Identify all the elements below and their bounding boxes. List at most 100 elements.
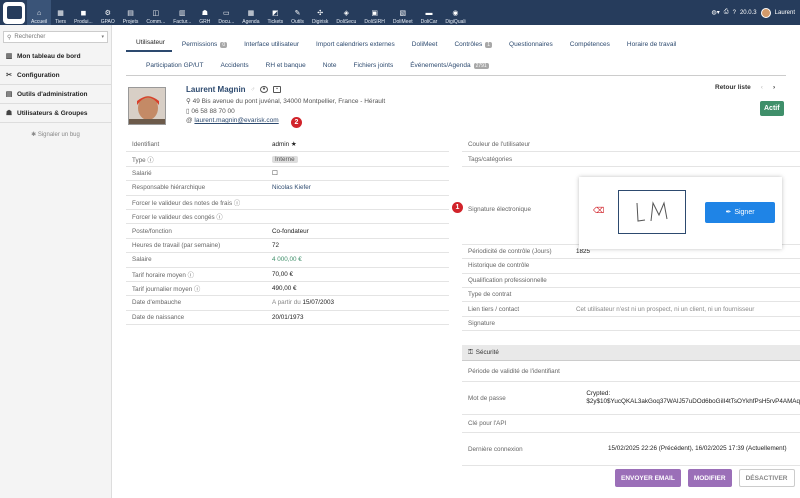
tab-label: Accidents xyxy=(220,62,249,69)
top-menu-item[interactable]: ◼ Produi... xyxy=(70,0,97,25)
tab-item[interactable]: Fichiers joints xyxy=(343,62,400,73)
sidebar-item[interactable]: ☗ Utilisateurs & Groupes xyxy=(0,104,111,123)
key-icon: ⚿ xyxy=(468,348,473,356)
field-value-text: Co-fondateur xyxy=(272,227,309,235)
field-value-text: admin ★ xyxy=(272,141,297,149)
field-row: Qualification professionnelle xyxy=(462,274,800,288)
home-icon: ⌂ xyxy=(36,10,42,17)
user-icon: ☗ xyxy=(5,110,13,117)
username-label[interactable]: Laurent xyxy=(775,10,795,16)
top-menu-item[interactable]: ▬ DoliCar xyxy=(417,0,442,25)
sidebar-search[interactable]: ⚲ Rechercher ▾ xyxy=(3,31,108,43)
field-row: Date d'embauche A partir du 15/07/2003 xyxy=(126,296,449,311)
field-value: ☐ xyxy=(272,170,449,177)
top-menu-item[interactable]: ▦ Agenda xyxy=(238,0,263,25)
user-photo[interactable] xyxy=(128,87,166,125)
signature-canvas[interactable]: LM xyxy=(618,189,686,234)
prev-record-icon[interactable]: ‹ xyxy=(761,84,763,91)
chevron-down-icon[interactable]: ▾ xyxy=(101,34,104,40)
field-value: 4 000,00 € xyxy=(272,256,449,263)
meet-icon: ▧ xyxy=(399,10,407,17)
sidebar-nav: ▥ Mon tableau de bord ✂ Configuration ▤ Outil… xyxy=(0,47,111,123)
tab-item[interactable]: Permissions 0 xyxy=(172,41,234,52)
app-logo[interactable] xyxy=(3,1,25,24)
eraser-icon[interactable]: ⌫ xyxy=(593,206,604,215)
status-icon[interactable]: ● xyxy=(260,86,269,93)
tab-item[interactable]: Utilisateur xyxy=(126,39,172,52)
tab-item[interactable]: Participation GP/UT xyxy=(136,62,210,73)
field-label: Couleur de l'utilisateur xyxy=(468,141,531,149)
right-fields-top: Couleur de l'utilisateur Tags/catégories xyxy=(462,138,800,167)
vcard-icon[interactable]: ▪ xyxy=(273,86,282,93)
ticket-icon: ◩ xyxy=(272,10,279,17)
record-nav: Retour liste ‹ › xyxy=(715,84,775,91)
tab-label: Participation GP/UT xyxy=(146,62,204,69)
top-menu-item[interactable]: ▤ Projets xyxy=(119,0,143,25)
security-title: Sécurité xyxy=(475,349,499,356)
sidebar-item-label: Mon tableau de bord xyxy=(17,52,81,60)
security-label: Clé pour l'API xyxy=(468,420,507,427)
user-avatar-small[interactable] xyxy=(760,7,771,18)
sirh-icon: ▣ xyxy=(371,10,378,17)
tab-item[interactable]: RH et banque xyxy=(256,62,313,73)
top-menu-item[interactable]: ◉ DigiQuali xyxy=(441,0,469,25)
tab-item[interactable]: Interface utilisateur xyxy=(234,41,306,52)
tab-item[interactable]: Événements/Agenda 2791 xyxy=(400,62,495,73)
help-icon[interactable]: ? xyxy=(733,10,736,16)
report-bug-link[interactable]: ✱ Signaler un bug xyxy=(0,131,111,138)
tab-item[interactable]: DoliMeet xyxy=(402,41,445,52)
sidebar-item[interactable]: ▤ Outils d'administration xyxy=(0,85,111,104)
top-menu-item[interactable]: ▧ DoliMeet xyxy=(389,0,417,25)
field-row: Tags/catégories xyxy=(462,152,800,167)
tab-item[interactable]: Import calendriers externes xyxy=(306,41,402,52)
deactivate-button[interactable]: DÉSACTIVER xyxy=(738,469,795,487)
field-value: Co-fondateur xyxy=(272,228,449,235)
sidebar-item[interactable]: ▥ Mon tableau de bord xyxy=(0,47,111,66)
globe-icon[interactable]: ◍▾ xyxy=(712,9,720,16)
field-row: Poste/fonction Co-fondateur xyxy=(126,224,449,239)
callout-marker-2: 2 xyxy=(290,116,303,129)
top-menu-item[interactable]: ◩ Tickets xyxy=(264,0,288,25)
top-menu-item[interactable]: ◈ DoliSecu xyxy=(332,0,360,25)
field-row: Identifiant admin ★ xyxy=(126,138,449,153)
tab-item[interactable]: Compétences xyxy=(560,41,617,52)
field-value-text: 72 xyxy=(272,241,280,249)
field-value: 20/01/1973 xyxy=(272,314,449,321)
top-menu-item[interactable]: ✣ Digirisk xyxy=(308,0,332,25)
tabs-row-1: Utilisateur Permissions 0 Interface utilisa… xyxy=(126,36,683,52)
tab-item[interactable]: Questionnaires xyxy=(499,41,560,52)
top-menu-item[interactable]: ▥ Factur... xyxy=(169,0,195,25)
box-icon: ◼ xyxy=(80,10,87,17)
right-fields-table: Couleur de l'utilisateur Tags/catégories … xyxy=(462,138,800,332)
tab-item[interactable]: Horaire de travail xyxy=(617,41,684,52)
back-to-list-link[interactable]: Retour liste xyxy=(715,84,751,91)
top-menu-item[interactable]: ✎ Outils xyxy=(287,0,308,25)
top-menu-item[interactable]: ◫ Comm... xyxy=(142,0,169,25)
printer-icon[interactable]: ⎙ xyxy=(724,9,729,16)
top-menu-item[interactable]: ▣ DoliSIRH xyxy=(360,0,389,25)
security-label: Mot de passe xyxy=(468,394,506,402)
security-label: Période de validité de l'identifiant xyxy=(468,367,560,375)
next-record-icon[interactable]: › xyxy=(773,84,775,91)
report-bug-label: Signaler un bug xyxy=(37,132,80,138)
field-value-prefix: A partir du xyxy=(272,299,301,307)
tab-item[interactable]: Note xyxy=(313,62,344,73)
send-email-button[interactable]: ENVOYER EMAIL xyxy=(615,469,681,487)
users-icon: ☗ xyxy=(201,10,208,17)
top-menu-item[interactable]: ▦ Tiers xyxy=(51,0,70,25)
tab-label: Questionnaires xyxy=(509,41,553,48)
sidebar-item[interactable]: ✂ Configuration xyxy=(0,66,111,85)
field-value-text: 15/07/2003 xyxy=(302,299,334,307)
tab-item[interactable]: Contrôles 1 xyxy=(444,41,499,52)
modify-button[interactable]: MODIFIER xyxy=(687,469,732,487)
sign-button[interactable]: ✒ Signer xyxy=(705,201,775,223)
tab-item[interactable]: Accidents xyxy=(210,62,255,73)
field-row: Couleur de l'utilisateur xyxy=(462,138,800,153)
top-menu-item[interactable]: ⌂ Accueil xyxy=(27,0,52,25)
top-menu-item[interactable]: ▭ Docu... xyxy=(214,0,238,25)
email-link[interactable]: laurent.magnin@evarisk.com xyxy=(194,117,278,124)
field-row: Forcer le valideur des congés ⓘ xyxy=(126,210,449,225)
field-value-text[interactable]: Nicolas Kiefer xyxy=(272,184,311,191)
top-menu-item[interactable]: ☗ GRH xyxy=(195,0,214,25)
top-menu-item[interactable]: ⚙ GPAO xyxy=(97,0,119,25)
